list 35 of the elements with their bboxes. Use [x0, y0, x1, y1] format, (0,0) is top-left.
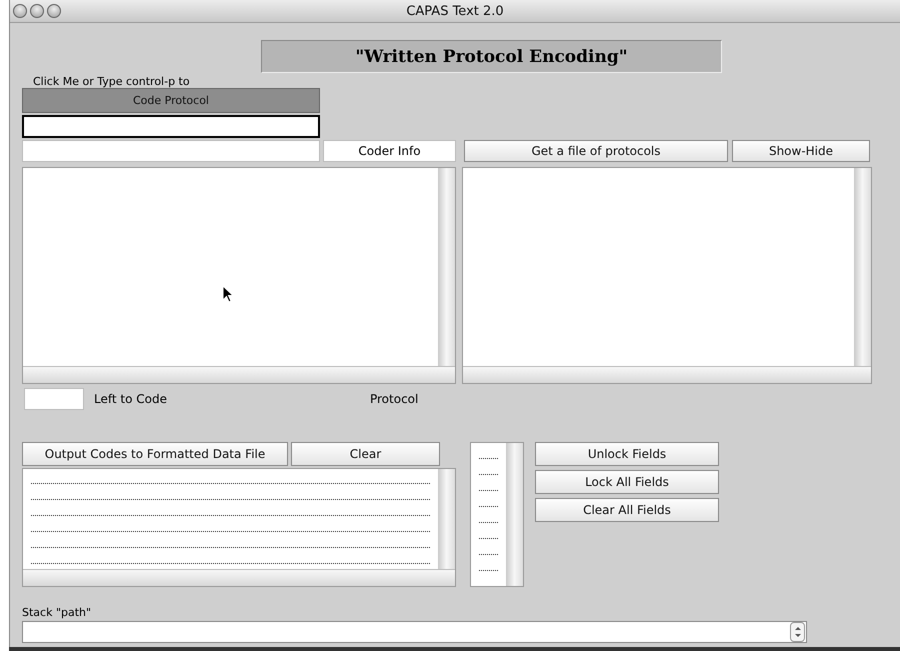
- minimize-button[interactable]: [30, 4, 44, 18]
- coder-info-label: Coder Info: [323, 140, 456, 162]
- horizontal-scrollbar[interactable]: [463, 366, 871, 383]
- code-list[interactable]: [470, 442, 524, 587]
- vertical-scrollbar[interactable]: [506, 443, 523, 586]
- field-button[interactable]: Lock All Fields: [535, 470, 719, 494]
- code-protocol-button[interactable]: Code Protocol: [22, 88, 320, 113]
- stack-path-field[interactable]: [22, 621, 807, 643]
- window-title: CAPAS Text 2.0: [406, 4, 504, 18]
- left-to-code-label: Left to Code: [94, 392, 167, 406]
- coding-text-area[interactable]: [22, 167, 456, 384]
- instruction-label: Click Me or Type control-p to: [33, 76, 191, 88]
- coder-field[interactable]: [22, 140, 320, 162]
- output-text-area[interactable]: [22, 468, 456, 587]
- field-button[interactable]: Unlock Fields: [535, 442, 719, 466]
- stack-path-label: Stack "path": [22, 606, 92, 619]
- horizontal-scrollbar[interactable]: [23, 366, 455, 383]
- clear-button[interactable]: Clear: [291, 442, 440, 466]
- protocol-input-field[interactable]: [22, 115, 320, 138]
- mouse-pointer-icon: [222, 285, 234, 303]
- horizontal-scrollbar[interactable]: [23, 569, 455, 586]
- show-hide-button[interactable]: Show-Hide: [732, 140, 870, 162]
- output-codes-button[interactable]: Output Codes to Formatted Data File: [22, 442, 288, 466]
- field-button[interactable]: Clear All Fields: [535, 498, 719, 522]
- vertical-scrollbar[interactable]: [438, 469, 455, 569]
- zoom-button[interactable]: [47, 4, 61, 18]
- get-file-button[interactable]: Get a file of protocols: [464, 140, 728, 162]
- close-button[interactable]: [13, 4, 27, 18]
- form-heading: "Written Protocol Encoding": [261, 40, 722, 73]
- vertical-scrollbar[interactable]: [438, 168, 455, 366]
- count-field[interactable]: [24, 388, 84, 410]
- protocol-text-area[interactable]: [462, 167, 872, 384]
- vertical-scrollbar[interactable]: [854, 168, 871, 366]
- protocol-label: Protocol: [370, 392, 418, 406]
- stepper-icon[interactable]: [790, 622, 805, 642]
